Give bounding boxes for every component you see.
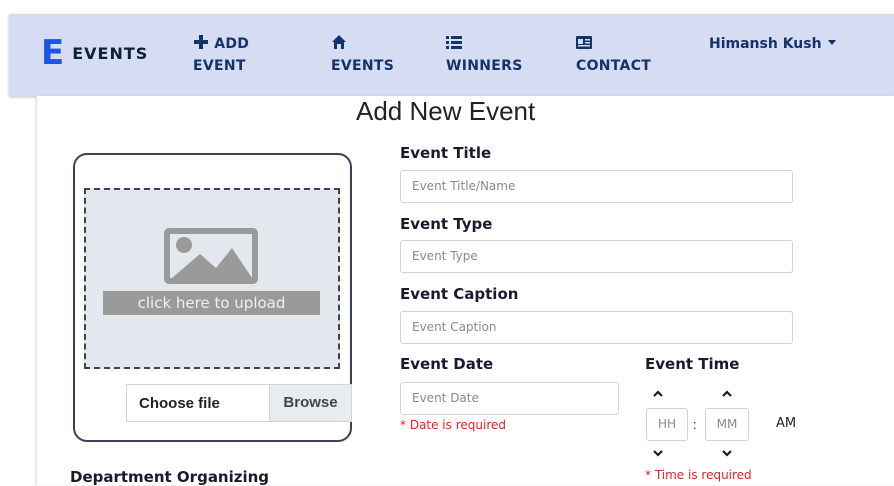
brand-text: EVENTS [72,43,149,63]
upload-label[interactable]: click here to upload [103,291,320,315]
event-time-label: Event Time [645,355,740,373]
brand-logo[interactable]: E EVENTS [41,33,149,73]
minutes-down-chevron-icon[interactable] [721,447,733,459]
minutes-input[interactable]: MM [705,408,749,441]
nav-events[interactable]: EVENTS [331,33,394,77]
nav-add-event[interactable]: ADD EVENT [193,33,249,77]
nav-add-event-line2: EVENT [193,58,246,74]
event-date-input[interactable]: Event Date [400,382,619,415]
file-input[interactable]: Choose file Browse [126,384,352,422]
event-type-label: Event Type [400,215,493,233]
hours-down-chevron-icon[interactable] [652,447,664,459]
file-choose-text: Choose file [139,395,220,412]
hours-input[interactable]: HH [646,408,688,441]
nav-winners-label: WINNERS [446,58,523,74]
event-title-label: Event Title [400,144,492,162]
list-icon [446,36,462,49]
nav-events-label: EVENTS [331,58,395,74]
contact-card-icon [576,36,592,49]
department-label: Department Organizing [70,468,270,486]
hours-up-chevron-icon[interactable] [652,388,664,400]
browse-button[interactable]: Browse [269,385,351,421]
image-placeholder-icon [164,228,258,284]
nav-winners[interactable]: WINNERS [446,33,523,77]
brand-letter: E [41,33,64,73]
event-caption-input[interactable]: Event Caption [400,311,793,344]
nav-add-event-line1: ADD [214,36,250,52]
time-error-text: * Time is required [645,468,752,482]
nav-contact-label: CONTACT [576,58,652,74]
event-title-input[interactable]: Event Title/Name [400,170,793,203]
user-name: Himansh Kush [709,36,822,52]
event-caption-label: Event Caption [400,285,519,303]
event-type-input[interactable]: Event Type [400,240,793,273]
meridian-toggle[interactable]: AM [776,416,796,431]
date-error-text: * Date is required [400,418,506,432]
nav-contact[interactable]: CONTACT [576,33,651,77]
user-menu-dropdown[interactable]: Himansh Kush [709,36,836,52]
plus-icon [194,35,208,49]
minutes-up-chevron-icon[interactable] [721,388,733,400]
event-date-label: Event Date [400,355,494,373]
caret-down-icon [827,40,836,45]
page-title: Add New Event [356,96,536,126]
time-separator: : [693,417,697,432]
home-icon [332,35,346,49]
